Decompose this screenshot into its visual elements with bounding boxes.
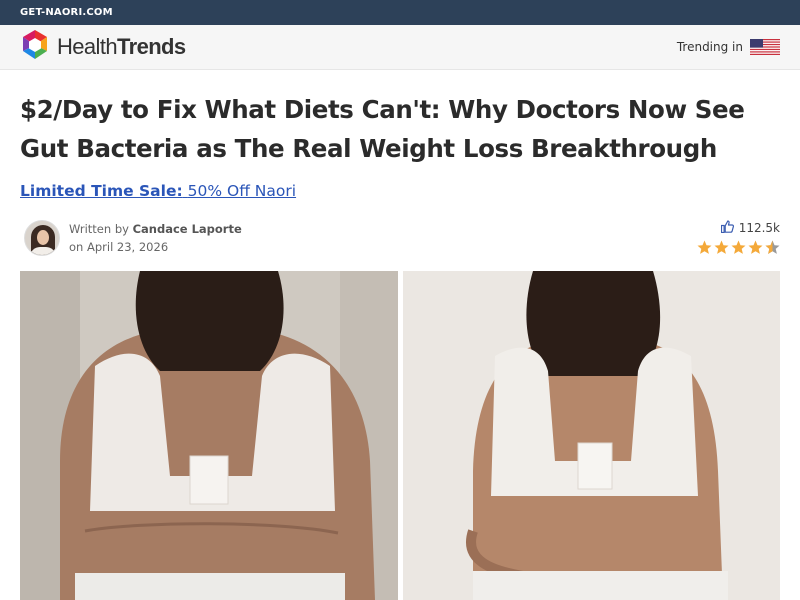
trending-indicator: Trending in bbox=[677, 39, 780, 55]
before-photo bbox=[20, 271, 398, 600]
brand-name-part1: Health bbox=[57, 34, 118, 59]
site-header: HealthTrends Trending in bbox=[0, 25, 800, 70]
us-flag-icon bbox=[750, 39, 780, 55]
article-headline: $2/Day to Fix What Diets Can't: Why Doct… bbox=[20, 95, 745, 163]
before-after-photos bbox=[20, 271, 780, 600]
brand-name-part2: Trends bbox=[117, 34, 186, 59]
star-icon bbox=[714, 240, 729, 254]
half-star-icon bbox=[765, 240, 780, 254]
logo-icon bbox=[20, 29, 50, 65]
thumbs-up-icon bbox=[720, 220, 734, 236]
byline-text: Written by Candace Laporte on April 23, … bbox=[69, 220, 242, 256]
promo-offer-text: 50% Off Naori bbox=[187, 182, 297, 200]
promo-link[interactable]: Limited Time Sale: 50% Off Naori bbox=[20, 182, 296, 200]
star-icon bbox=[697, 240, 712, 254]
brand-logo[interactable]: HealthTrends bbox=[20, 29, 186, 65]
likes-counter[interactable]: 112.5k bbox=[697, 220, 780, 236]
article-stats: 112.5k bbox=[697, 220, 780, 255]
likes-count: 112.5k bbox=[738, 221, 780, 235]
rating-stars bbox=[697, 240, 780, 255]
site-link[interactable]: GET-NAORI.COM bbox=[20, 7, 113, 18]
after-photo bbox=[403, 271, 780, 600]
publish-date: on April 23, 2026 bbox=[69, 240, 169, 254]
promo-strong-text: Limited Time Sale: bbox=[20, 182, 183, 200]
author-name: Candace Laporte bbox=[132, 222, 242, 236]
top-bar: GET-NAORI.COM bbox=[0, 0, 800, 25]
promo-line: Limited Time Sale: 50% Off Naori bbox=[20, 182, 296, 200]
star-icon bbox=[731, 240, 746, 254]
star-icon bbox=[748, 240, 763, 254]
author-avatar bbox=[24, 220, 60, 256]
written-by-label: Written by bbox=[69, 222, 129, 236]
byline: Written by Candace Laporte on April 23, … bbox=[24, 220, 242, 256]
brand-name: HealthTrends bbox=[57, 34, 186, 60]
trending-label: Trending in bbox=[676, 40, 743, 54]
